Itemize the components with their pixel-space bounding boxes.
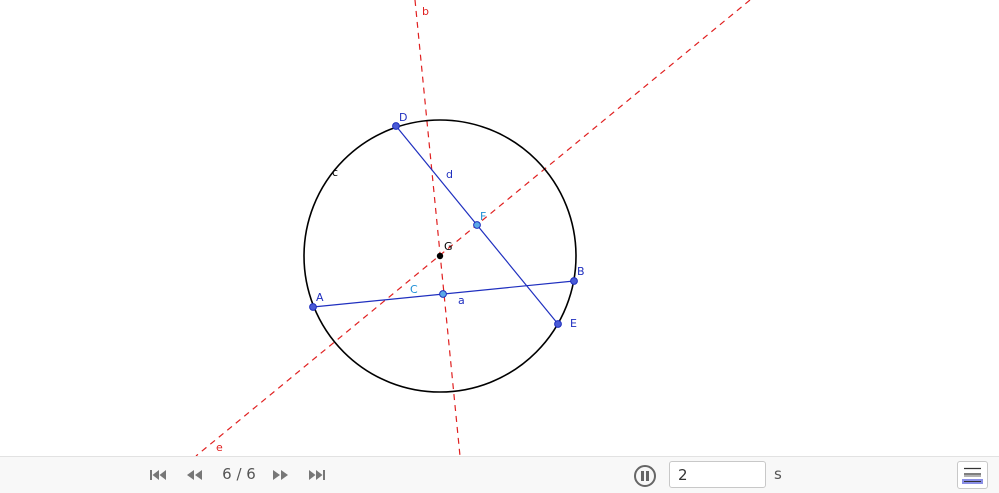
label-point-C: C xyxy=(410,283,418,296)
point-E[interactable] xyxy=(554,320,562,328)
point-B[interactable] xyxy=(570,277,578,285)
speed-input[interactable] xyxy=(669,461,766,488)
algebra-view-button[interactable] xyxy=(957,461,988,489)
geometry-canvas[interactable]: b e c D d F G B A C a E xyxy=(0,0,999,456)
label-circle-c: c xyxy=(332,166,338,179)
bisector-line-b[interactable] xyxy=(414,0,461,456)
label-point-B: B xyxy=(577,265,585,278)
label-point-F: F xyxy=(480,210,486,223)
label-point-D: D xyxy=(399,111,407,124)
step-counter: 6 / 6 xyxy=(222,465,256,483)
label-segment-a: a xyxy=(458,294,465,307)
algebra-view-icon xyxy=(961,465,984,485)
label-bisector-b: b xyxy=(422,5,429,18)
first-step-icon xyxy=(150,470,166,480)
next-step-icon xyxy=(273,470,288,480)
point-A[interactable] xyxy=(309,303,317,311)
pause-icon xyxy=(641,471,649,481)
last-step-button[interactable] xyxy=(305,466,327,484)
point-G[interactable] xyxy=(436,252,444,260)
speed-unit-label: s xyxy=(774,465,782,483)
point-C[interactable] xyxy=(439,290,447,298)
label-point-G: G xyxy=(444,240,453,253)
previous-step-button[interactable] xyxy=(184,466,206,484)
last-step-icon xyxy=(309,470,325,480)
previous-step-icon xyxy=(187,470,202,480)
pause-button[interactable] xyxy=(634,465,656,487)
construction-protocol-toolbar: 6 / 6 s xyxy=(0,456,999,493)
next-step-button[interactable] xyxy=(269,466,291,484)
first-step-button[interactable] xyxy=(148,466,170,484)
label-point-E: E xyxy=(570,317,577,330)
label-bisector-e: e xyxy=(216,441,223,454)
label-point-A: A xyxy=(316,291,324,304)
label-segment-d: d xyxy=(446,168,453,181)
